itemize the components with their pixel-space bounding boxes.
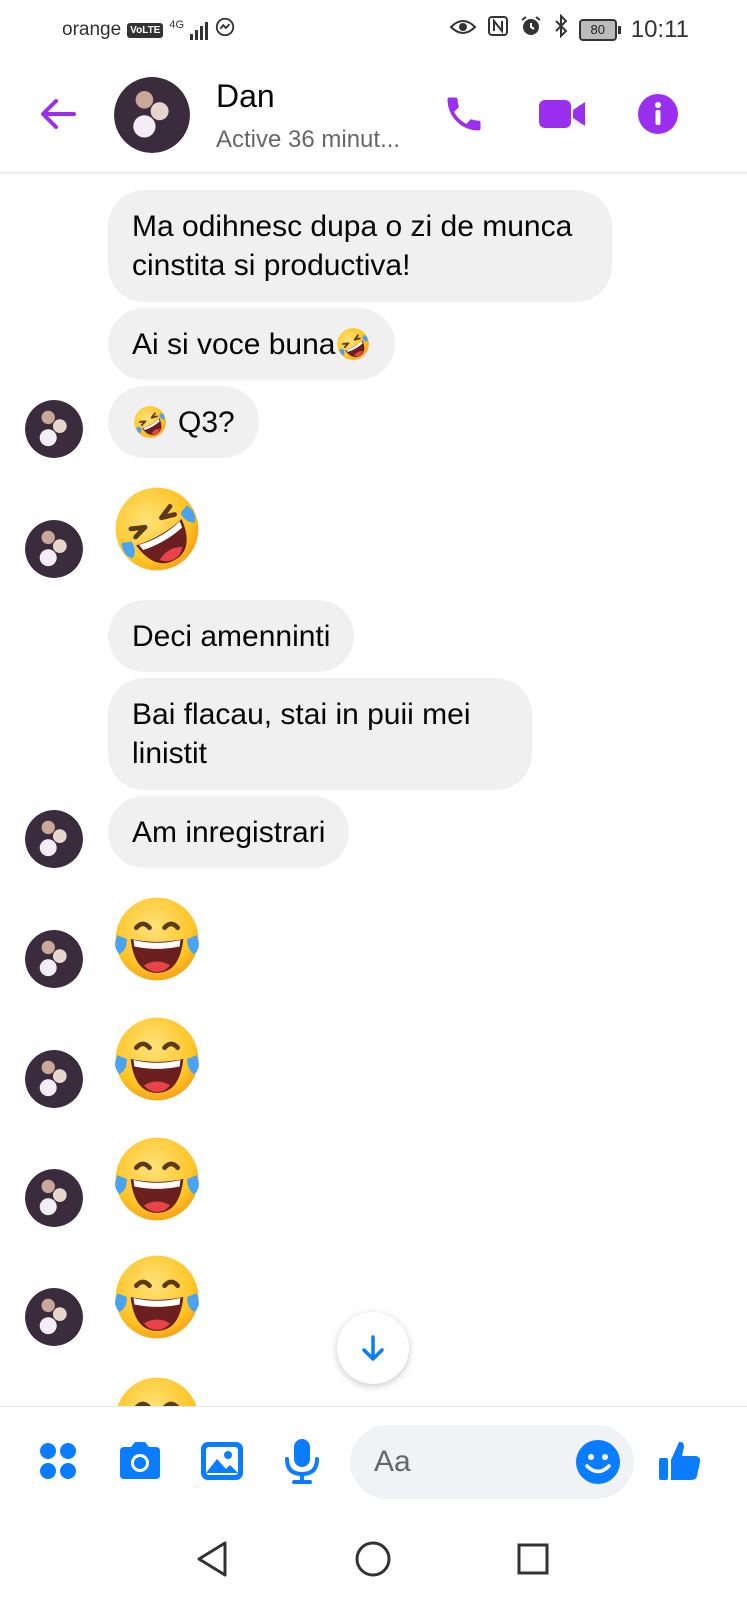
message-text: Am inregistrari [132,815,326,849]
contact-name[interactable]: Dan [216,78,275,115]
message-text: Ai si voce buna [132,327,336,361]
status-bar: orange VoLTE 4G 80 10:11 [0,0,747,58]
contact-active-status: Active 36 minut... [216,126,401,153]
phone-icon [447,97,481,131]
thumbs-up-icon [659,1441,701,1480]
conversation-header: Dan Active 36 minut... [0,58,747,173]
message-text: Ma odihnesc dupa o zi de munca cinstita … [132,210,573,282]
gallery-button[interactable] [196,1435,248,1487]
message-bubble[interactable]: Bai flacau, stai in puii mei linistit [108,678,532,790]
emoji-icon [576,1440,620,1484]
volte-badge: VoLTE [127,22,164,38]
scroll-to-bottom-button[interactable] [337,1312,409,1384]
video-call-button[interactable] [536,88,588,140]
carrier-label: orange [62,19,122,40]
joy-emoji-icon[interactable] [110,1372,204,1406]
message-bubble[interactable]: Q3? [108,386,259,458]
sender-avatar[interactable] [25,520,83,578]
conversation-info-button[interactable] [632,88,684,140]
status-left: orange VoLTE 4G [62,16,236,44]
nav-home-button[interactable] [346,1532,400,1586]
joy-emoji-icon[interactable] [110,1132,204,1226]
message-bubble[interactable]: Ai si voce buna [108,308,396,380]
rofl-emoji-icon [132,404,168,440]
apps-icon [40,1443,76,1479]
message-bubble[interactable]: Deci amenninti [108,600,355,672]
sender-avatar[interactable] [25,930,83,988]
signal-icon [190,20,209,40]
network-label: 4G [169,19,185,31]
sender-avatar[interactable] [25,810,83,868]
message-list[interactable]: Ma odihnesc dupa o zi de munca cinstita … [0,172,747,1406]
battery-icon: 80 [578,18,621,41]
rofl-emoji-icon[interactable] [110,482,204,576]
video-icon [539,100,585,128]
nfc-icon [487,15,509,44]
joy-emoji-icon[interactable] [110,1012,204,1106]
battery-level: 80 [578,18,617,41]
bluetooth-icon [553,13,569,45]
alarm-icon [519,14,543,45]
voice-clip-button[interactable] [276,1435,328,1487]
message-text: Bai flacau, stai in puii mei linistit [132,698,471,770]
message-bubble[interactable]: Am inregistrari [108,796,350,868]
emoji-button[interactable] [573,1437,623,1487]
contact-avatar[interactable] [114,77,190,153]
messenger-status-icon [214,16,236,44]
gallery-icon [201,1442,243,1480]
nav-back-button[interactable] [186,1532,240,1586]
nav-recents-icon [517,1543,549,1575]
info-icon [638,94,678,134]
sender-avatar[interactable] [25,1169,83,1227]
clock: 10:11 [630,15,689,43]
status-right: 80 10:11 [449,13,689,45]
camera-button[interactable] [114,1435,166,1487]
audio-call-button[interactable] [438,88,490,140]
microphone-icon [285,1439,319,1484]
back-arrow-icon [41,99,76,129]
eye-icon [449,16,477,44]
sender-avatar[interactable] [25,1050,83,1108]
like-button[interactable] [654,1435,706,1487]
message-bubble[interactable]: Ma odihnesc dupa o zi de munca cinstita … [108,190,612,302]
sender-avatar[interactable] [25,400,83,458]
nav-home-icon [355,1541,391,1577]
scroll-down-arrow-icon [362,1335,384,1361]
more-actions-button[interactable] [32,1435,84,1487]
back-button[interactable] [36,92,80,136]
system-navigation-bar [0,1518,747,1600]
sender-avatar[interactable] [25,1288,83,1346]
joy-emoji-icon[interactable] [110,892,204,986]
message-text: Q3? [178,405,235,439]
nav-back-icon [197,1541,227,1577]
joy-emoji-icon[interactable] [110,1250,204,1344]
nav-recents-button[interactable] [506,1532,560,1586]
camera-icon [120,1442,160,1479]
message-composer [0,1406,747,1519]
rofl-emoji-icon [335,326,371,362]
message-text: Deci amenninti [132,619,331,653]
